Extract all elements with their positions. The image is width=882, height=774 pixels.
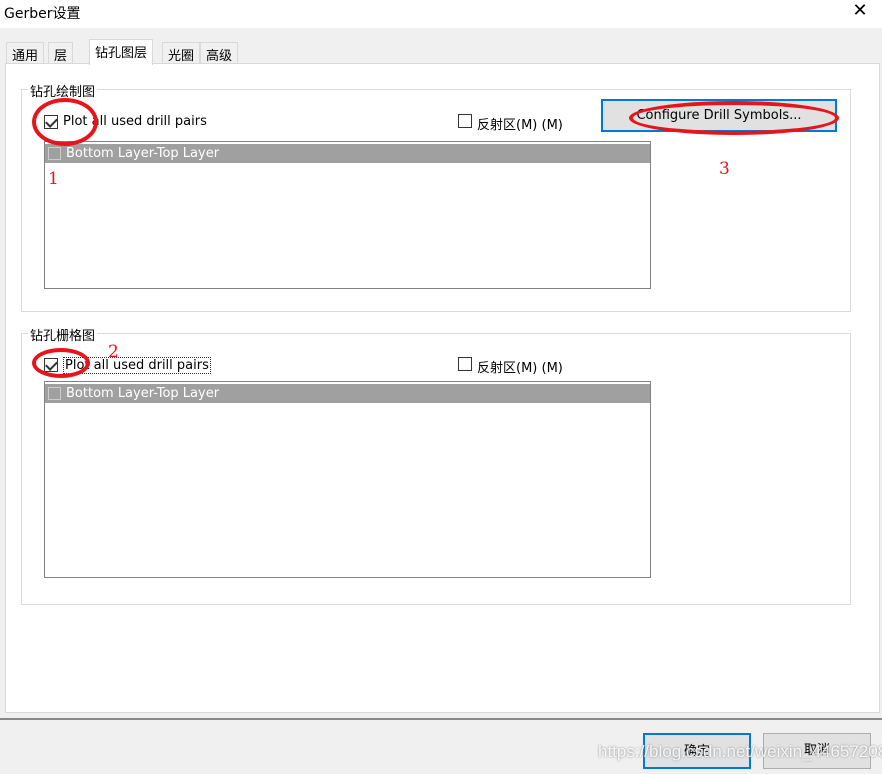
item-label: Bottom Layer-Top Layer [66, 146, 220, 161]
grid-mirror-label[interactable]: 反射区(M) (M) [477, 357, 563, 376]
tab-drill-layers[interactable]: 钻孔图层 [89, 39, 154, 65]
watermark: https://blog.csdn.net/weixin_44657208 [598, 742, 882, 761]
close-icon[interactable]: ✕ [848, 0, 872, 21]
tab-advanced[interactable]: 高级 [200, 42, 239, 64]
annotation-number-2: 2 [108, 342, 119, 362]
drill-pairs-list[interactable]: Bottom Layer-Top Layer [44, 141, 651, 289]
annotation-circle-1 [32, 98, 98, 146]
annotation-number-1: 1 [48, 169, 59, 189]
tab-apertures[interactable]: 光圈 [162, 42, 201, 64]
annotation-number-3: 3 [719, 159, 730, 179]
tab-general[interactable]: 通用 [6, 42, 45, 64]
annotation-circle-2 [32, 348, 90, 378]
item-label: Bottom Layer-Top Layer [66, 386, 220, 401]
mirror-label[interactable]: 反射区(M) (M) [477, 114, 563, 133]
tab-layers[interactable]: 层 [48, 42, 74, 64]
mirror-checkbox[interactable] [458, 114, 472, 128]
grid-drill-pairs-list[interactable]: Bottom Layer-Top Layer [44, 381, 651, 578]
list-item[interactable]: Bottom Layer-Top Layer [45, 384, 650, 403]
annotation-circle-3 [629, 101, 839, 135]
list-item[interactable]: Bottom Layer-Top Layer [45, 144, 650, 163]
drill-grid-title: 钻孔栅格图 [28, 325, 98, 344]
item-checkbox[interactable] [48, 387, 61, 400]
window-title: Gerber设置 [4, 6, 81, 22]
item-checkbox[interactable] [48, 147, 61, 160]
grid-mirror-checkbox[interactable] [458, 357, 472, 371]
